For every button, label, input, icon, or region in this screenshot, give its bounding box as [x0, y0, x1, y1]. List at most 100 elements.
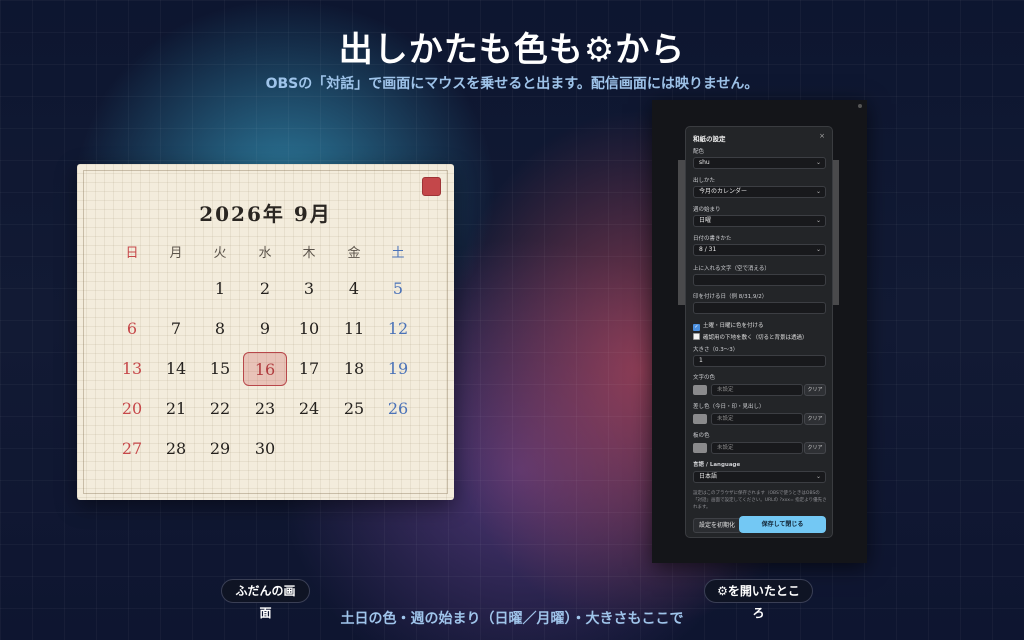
weekend-color-label: 土曜・日曜に色を付ける: [703, 323, 764, 329]
calendar-day: 15: [209, 359, 231, 378]
calendar-day: 24: [298, 399, 320, 418]
board-color-input[interactable]: 未設定: [711, 442, 803, 454]
date-format-label: 日付の書きかた: [693, 236, 732, 242]
weekend-color-checkbox[interactable]: ✓ 土曜・日曜に色を付ける: [693, 321, 764, 331]
date-format-value: 8 / 31: [699, 246, 717, 253]
accent-color-row: 未設定 クリア: [693, 413, 826, 425]
checkbox-unchecked-icon: [693, 333, 700, 340]
frame-dot-icon: [858, 104, 862, 108]
calendar-day: 6: [126, 319, 138, 338]
calendar-edge-right: [832, 160, 839, 305]
calendar-day: 13: [121, 359, 143, 378]
weekday-header: 日: [125, 246, 139, 261]
board-color-row: 未設定 クリア: [693, 442, 826, 454]
calendar-day: 22: [209, 399, 231, 418]
board-color-swatch[interactable]: [693, 443, 707, 453]
page-headline: 出しかたも色も⚙から: [338, 30, 686, 70]
display-mode-label: 出しかた: [693, 178, 716, 184]
board-color-clear-button[interactable]: クリア: [804, 442, 826, 454]
accent-color-clear-button[interactable]: クリア: [804, 413, 826, 425]
weekday-header: 金: [347, 246, 361, 261]
weekday-header: 水: [258, 246, 272, 261]
calendar-day: 14: [165, 359, 187, 378]
close-icon[interactable]: ×: [819, 132, 825, 140]
text-color-input[interactable]: 未設定: [711, 384, 803, 396]
calendar-day: 30: [254, 439, 276, 458]
calendar-day: 4: [348, 279, 360, 298]
calendar-day: 11: [343, 319, 365, 338]
week-start-select[interactable]: 日曜 ⌄: [693, 215, 826, 227]
calendar-day: 1: [214, 279, 226, 298]
calendar-widget: 2026年 9月 日月火水木金土 1 2 3 4 5 6 7 8 9 10 11 12 13 14 15 16 1…: [77, 164, 454, 500]
accent-color-label: 差し色（今日・印・見出し）: [693, 404, 765, 410]
calendar-day: 8: [214, 319, 226, 338]
settings-note: 設定はこのブラウザに保存されます（OBSで使うときはOBSの「対話」画面で設定し…: [693, 491, 827, 510]
weekday-header: 火: [213, 246, 227, 261]
chevron-down-icon: ⌄: [815, 217, 821, 224]
display-mode-select[interactable]: 今月のカレンダー ⌄: [693, 186, 826, 198]
checkbox-checked-icon: ✓: [693, 324, 700, 331]
settings-panel: 和紙の設定 × 配色 shu ⌄ 出しかた 今月のカレンダー ⌄ 週の始まり 日曜 ⌄…: [685, 126, 833, 538]
calendar-day: 26: [387, 399, 409, 418]
chevron-down-icon: ⌄: [815, 473, 821, 480]
language-value: 日本語: [699, 473, 718, 480]
top-text-label: 上に入れる文字（空で消える）: [693, 266, 770, 272]
calendar-day: 28: [165, 439, 187, 458]
reset-settings-button[interactable]: 設定を初期化: [693, 518, 741, 533]
calendar-month-title: 2026年 9月: [199, 202, 332, 226]
language-select[interactable]: 日本語 ⌄: [693, 471, 826, 483]
background-checkbox[interactable]: 確認用の下地を敷く（切ると背景は透過）: [693, 333, 808, 341]
text-color-swatch[interactable]: [693, 385, 707, 395]
save-and-close-button[interactable]: 保存して閉じる: [739, 516, 826, 533]
caption-settings-open: ⚙を開いたところ: [704, 579, 813, 620]
week-start-value: 日曜: [699, 217, 712, 224]
date-format-select[interactable]: 8 / 31 ⌄: [693, 244, 826, 256]
calendar-day: 23: [254, 399, 276, 418]
calendar-day: 9: [259, 319, 271, 338]
calendar-edge-left: [678, 160, 685, 305]
calendar-day: 2: [259, 279, 271, 298]
size-input[interactable]: 1: [693, 355, 826, 367]
calendar-day: 20: [121, 399, 143, 418]
board-color-label: 板の色: [693, 433, 710, 439]
background-label: 確認用の下地を敷く（切ると背景は透過）: [703, 335, 808, 341]
accent-color-input[interactable]: 未設定: [711, 413, 803, 425]
color-scheme-select[interactable]: shu ⌄: [693, 157, 826, 169]
chevron-down-icon: ⌄: [815, 188, 821, 195]
calendar-settings-button[interactable]: [422, 177, 441, 196]
top-text-input[interactable]: [693, 274, 826, 286]
calendar-day: 17: [298, 359, 320, 378]
caption-normal-view: ふだんの画面: [221, 579, 310, 620]
text-color-label: 文字の色: [693, 375, 716, 381]
chevron-down-icon: ⌄: [815, 246, 821, 253]
calendar-day: 18: [343, 359, 365, 378]
calendar-day: 25: [343, 399, 365, 418]
weekday-header: 月: [169, 246, 183, 261]
calendar-day: 10: [298, 319, 320, 338]
text-color-row: 未設定 クリア: [693, 384, 826, 396]
calendar-day: 3: [303, 279, 315, 298]
calendar-day-today: 16: [243, 352, 287, 386]
page-subline: OBSの「対話」で画面にマウスを乗せると出ます。配信画面には映りません。: [265, 76, 759, 92]
calendar-day: 27: [121, 439, 143, 458]
calendar-day: 12: [387, 319, 409, 338]
mark-dates-label: 印を付ける日（例 8/31,9/2）: [693, 294, 768, 300]
calendar-day: 21: [165, 399, 187, 418]
size-label: 大きさ（0.3〜3）: [693, 347, 739, 353]
mark-dates-input[interactable]: [693, 302, 826, 314]
weekday-header: 木: [302, 246, 316, 261]
color-scheme-value: shu: [699, 159, 710, 166]
chevron-down-icon: ⌄: [815, 159, 821, 166]
weekday-header: 土: [391, 246, 405, 261]
text-color-clear-button[interactable]: クリア: [804, 384, 826, 396]
language-label: 言語 / Language: [693, 462, 741, 468]
display-mode-value: 今月のカレンダー: [699, 188, 748, 195]
calendar-day: 5: [392, 279, 404, 298]
color-scheme-label: 配色: [693, 149, 705, 155]
page-footer: 土日の色・週の始まり（日曜／月曜）・大きさもここで: [340, 611, 684, 627]
settings-title: 和紙の設定: [693, 135, 726, 143]
accent-color-swatch[interactable]: [693, 414, 707, 424]
calendar-day: 19: [387, 359, 409, 378]
calendar-day: 29: [209, 439, 231, 458]
calendar-day: 7: [170, 319, 182, 338]
